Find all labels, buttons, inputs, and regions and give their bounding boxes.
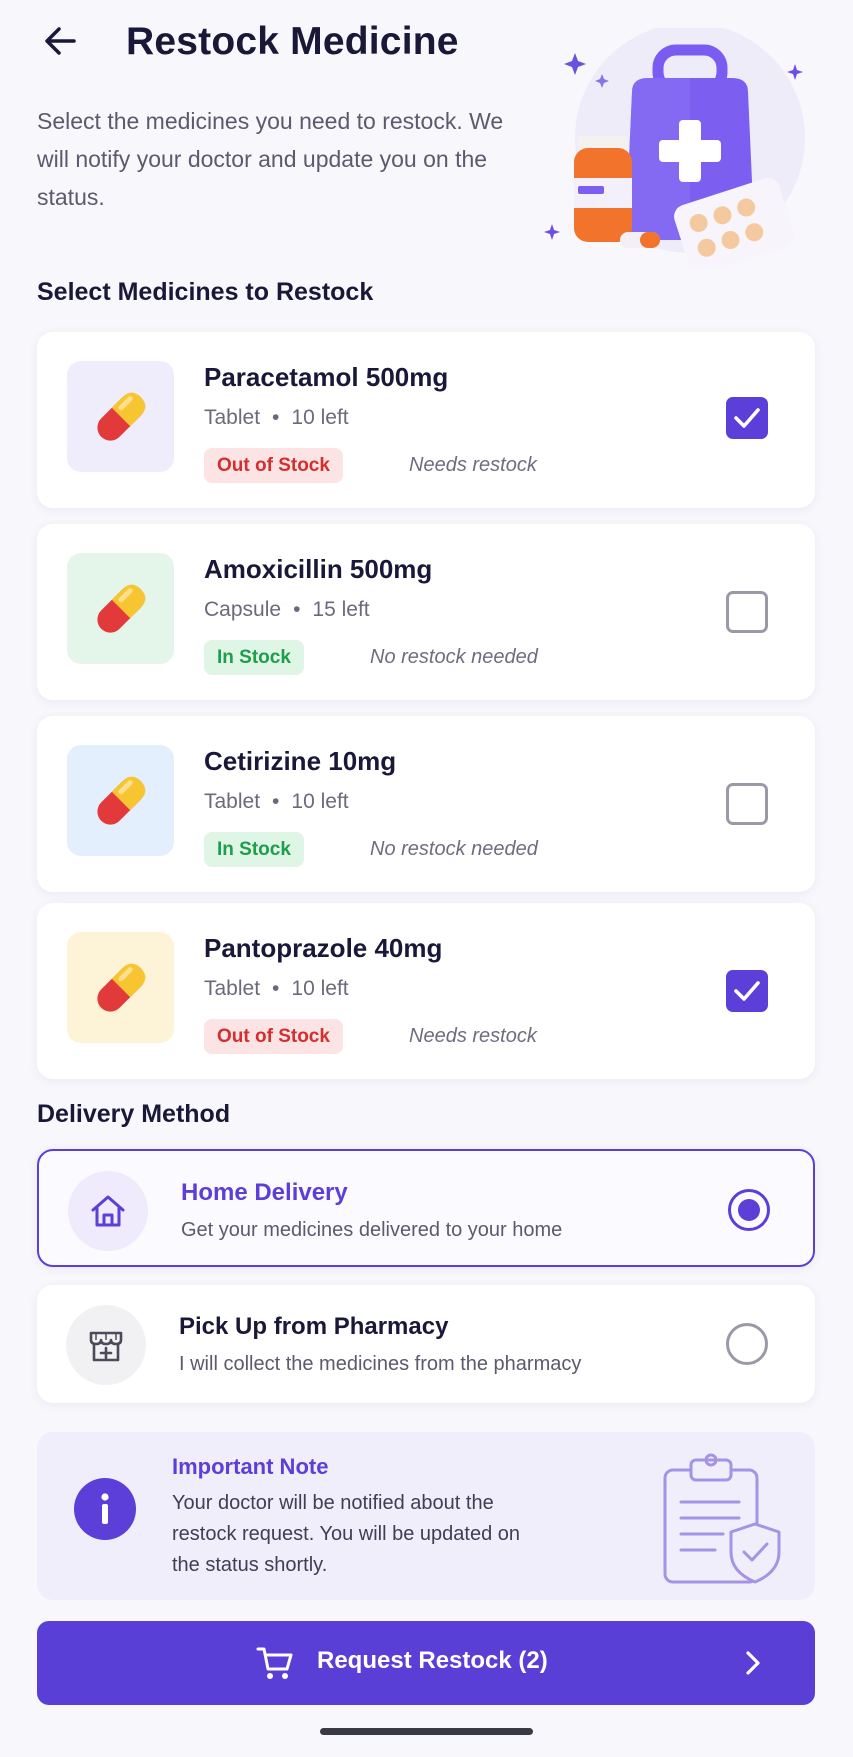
medicine-quantity: 10 left <box>291 790 349 813</box>
chevron-right-icon <box>746 1651 760 1675</box>
stock-status-badge: Out of Stock <box>204 1019 343 1054</box>
medicine-select-checkbox[interactable] <box>726 591 768 633</box>
capsule-icon <box>97 776 146 825</box>
clipboard-shield-icon <box>663 1453 781 1584</box>
capsule-icon <box>97 963 146 1012</box>
bullet-separator: • <box>272 406 280 429</box>
medicine-card[interactable]: Paracetamol 500mg Tablet • 10 left Out of St… <box>37 332 815 508</box>
medicine-card[interactable]: Amoxicillin 500mg Capsule • 15 left In Stock… <box>37 524 815 700</box>
delivery-section-title: Delivery Method <box>37 1100 231 1128</box>
delivery-option-home[interactable]: Home Delivery Get your medicines deliver… <box>37 1149 815 1267</box>
medicine-thumbnail <box>67 932 174 1043</box>
stock-status-badge: Out of Stock <box>204 448 343 483</box>
medical-bag-illustration <box>544 28 805 268</box>
pharmacy-store-icon <box>89 1331 123 1362</box>
medicine-select-checkbox[interactable] <box>726 970 768 1012</box>
medicine-thumbnail <box>67 553 174 664</box>
home-indicator <box>320 1728 533 1735</box>
bullet-separator: • <box>272 977 280 1000</box>
cart-icon <box>256 1647 293 1679</box>
home-icon-wrap <box>68 1171 148 1251</box>
medicines-section-title: Select Medicines to Restock <box>37 278 374 306</box>
medicine-form: Tablet <box>204 977 261 1000</box>
back-button[interactable] <box>38 18 84 64</box>
restock-note: Needs restock <box>409 454 537 476</box>
note-body: Your doctor will be notified about the r… <box>172 1492 521 1576</box>
medicine-card[interactable]: Pantoprazole 40mg Tablet • 10 left Out of St… <box>37 903 815 1079</box>
bullet-separator: • <box>293 598 301 621</box>
medicine-select-checkbox[interactable] <box>726 783 768 825</box>
info-icon <box>74 1478 136 1540</box>
medicine-meta: Tablet • 10 left <box>204 406 349 430</box>
note-title: Important Note <box>172 1454 329 1479</box>
arrow-left-icon <box>45 27 76 55</box>
important-note-card: Important Note Your doctor will be notif… <box>37 1432 815 1600</box>
restock-note: Needs restock <box>409 1025 537 1047</box>
medicine-name: Amoxicillin 500mg <box>204 554 433 584</box>
pickup-pharmacy-radio[interactable] <box>726 1323 768 1365</box>
medicine-name: Cetirizine 10mg <box>204 746 397 776</box>
medicine-form: Capsule <box>204 598 282 621</box>
medicine-name: Pantoprazole 40mg <box>204 933 443 963</box>
medicine-name: Paracetamol 500mg <box>204 362 449 392</box>
medicine-quantity: 10 left <box>291 977 349 1000</box>
medicine-thumbnail <box>67 361 174 472</box>
home-icon <box>91 1195 125 1227</box>
delivery-option-title: Home Delivery <box>181 1179 348 1206</box>
restock-note: No restock needed <box>370 646 538 668</box>
pharmacy-icon-wrap <box>66 1305 146 1385</box>
medicine-meta: Tablet • 10 left <box>204 977 349 1001</box>
delivery-option-description: Get your medicines delivered to your hom… <box>181 1219 563 1241</box>
medicine-form: Tablet <box>204 406 261 429</box>
medicine-select-checkbox[interactable] <box>726 397 768 439</box>
request-restock-label: Request Restock (2) <box>317 1647 548 1674</box>
home-delivery-radio[interactable] <box>728 1189 770 1231</box>
delivery-option-description: I will collect the medicines from the ph… <box>179 1353 582 1375</box>
stock-status-badge: In Stock <box>204 640 304 675</box>
delivery-option-pickup[interactable]: Pick Up from Pharmacy I will collect the… <box>37 1285 815 1403</box>
request-restock-button[interactable]: Request Restock (2) <box>37 1621 815 1705</box>
medicine-meta: Capsule • 15 left <box>204 598 370 622</box>
medicine-meta: Tablet • 10 left <box>204 790 349 814</box>
capsule-icon <box>97 584 146 633</box>
checkmark-icon <box>734 981 760 1001</box>
page-title: Restock Medicine <box>126 20 459 63</box>
medicine-quantity: 10 left <box>291 406 349 429</box>
bullet-separator: • <box>272 790 280 813</box>
stock-status-badge: In Stock <box>204 832 304 867</box>
delivery-option-title: Pick Up from Pharmacy <box>179 1313 449 1340</box>
medicine-thumbnail <box>67 745 174 856</box>
checkmark-icon <box>734 408 760 428</box>
page-subtitle: Select the medicines you need to restock… <box>37 108 504 210</box>
restock-note: No restock needed <box>370 838 538 860</box>
medicine-card[interactable]: Cetirizine 10mg Tablet • 10 left In Stock No … <box>37 716 815 892</box>
capsule-icon <box>97 392 146 441</box>
medicine-form: Tablet <box>204 790 261 813</box>
medicine-quantity: 15 left <box>312 598 370 621</box>
